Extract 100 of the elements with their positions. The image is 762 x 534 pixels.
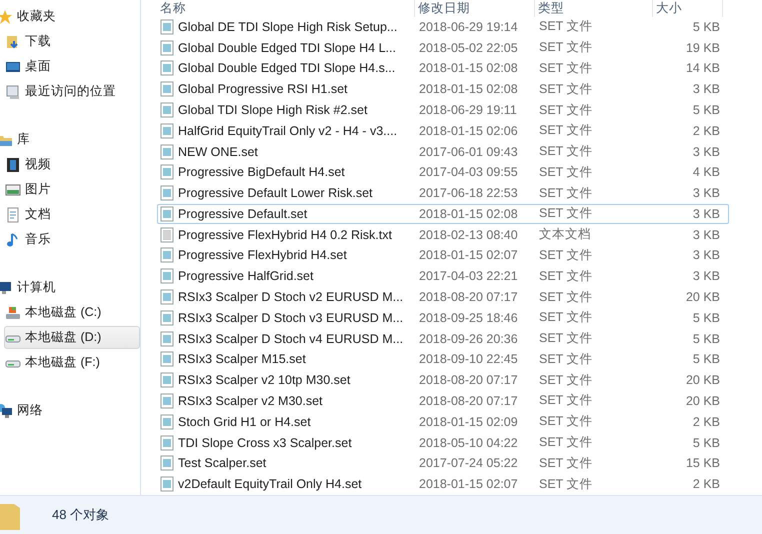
file-name: Global Double Edged TDI Slope H4.s... <box>178 61 396 76</box>
file-icon <box>160 455 174 472</box>
file-icon <box>160 476 174 492</box>
size-cell-text: 19 KB <box>684 40 721 55</box>
size-cell-text: 3 KB <box>692 186 721 200</box>
type-cell-text: SET 文件 <box>538 288 594 306</box>
file-row[interactable]: TDI Slope Cross x3 Scalper.set 2018-05-10 04:22 SET 文件 5 KB <box>157 432 729 452</box>
file-row[interactable]: RSIx3 Scalper v2 10tp M30.set 2018-08-20 07:17 SET 文件 20 KB <box>157 370 729 390</box>
date-cell-text: 2018-01-15 02:09 <box>418 414 519 429</box>
date-cell-text: 2017-07-24 05:22 <box>418 456 519 470</box>
file-icon <box>160 185 174 202</box>
type-cell-text: SET 文件 <box>538 309 594 326</box>
size-cell-text: 2 KB <box>692 124 721 138</box>
file-row[interactable]: RSIx3 Scalper D Stoch v2 EURUSD M... 2018-08-20 07:17 SET 文件 20 KB <box>157 287 729 307</box>
type-cell-text: SET 文件 <box>538 60 594 77</box>
date-cell-text: 2017-06-18 22:53 <box>418 186 519 200</box>
computer-icon <box>0 280 13 296</box>
date-cell-text: 2017-04-03 22:21 <box>418 269 519 284</box>
nav-item[interactable]: 视频 <box>4 153 140 176</box>
nav-item[interactable]: 文档 <box>4 203 140 226</box>
size-cell-text: 3 KB <box>692 228 721 242</box>
file-row[interactable]: v2Default EquityTrail Only H4.set 2018-01-15 02:07 SET 文件 2 KB <box>157 474 729 494</box>
star-icon <box>0 8 13 24</box>
size-cell-text: 5 KB <box>692 310 721 325</box>
file-icon <box>160 144 174 160</box>
file-row[interactable]: Test Scalper.set 2017-07-24 05:22 SET 文件 15 KB <box>157 453 729 474</box>
nav-item[interactable]: 库 <box>0 128 140 151</box>
nav-item[interactable]: 最近访问的位置 <box>4 80 140 103</box>
file-row[interactable]: Global DE TDI Slope High Risk Setup... 2018-06-29 19:14 SET 文件 5 KB <box>157 17 729 37</box>
file-icon <box>160 206 174 222</box>
file-icon <box>160 102 174 118</box>
file-icon <box>160 81 174 98</box>
type-cell-text: SET 文件 <box>538 122 594 140</box>
nav-item[interactable]: 下载 <box>4 30 140 53</box>
column-header[interactable]: 修改日期 <box>415 0 535 17</box>
nav-item[interactable]: 音乐 <box>4 228 140 251</box>
size-cell-text: 3 KB <box>692 206 721 221</box>
nav-item[interactable]: 计算机 <box>0 276 140 299</box>
type-cell-text: SET 文件 <box>538 80 594 98</box>
file-name: TDI Slope Cross x3 Scalper.set <box>178 436 352 450</box>
nav-item[interactable]: 图片 <box>4 178 140 201</box>
date-cell-text: 2018-09-25 18:46 <box>418 310 519 325</box>
file-row[interactable]: Stoch Grid H1 or H4.set 2018-01-15 02:09 SET 文件 2 KB <box>157 412 729 432</box>
file-name: Stoch Grid H1 or H4.set <box>178 414 311 429</box>
type-cell-text: SET 文件 <box>538 143 594 160</box>
file-icon <box>160 434 174 451</box>
file-row[interactable]: Progressive HalfGrid.set 2017-04-03 22:21 SET 文件 3 KB <box>157 266 729 286</box>
nav-item[interactable]: 桌面 <box>4 55 140 78</box>
date-cell-text: 2018-01-15 02:08 <box>418 206 519 221</box>
file-row[interactable]: Global TDI Slope High Risk #2.set 2018-06-29 19:11 SET 文件 5 KB <box>157 100 729 120</box>
size-cell-text: 2 KB <box>692 414 721 429</box>
date-cell-text: 2018-09-26 20:36 <box>418 332 519 346</box>
file-icon <box>160 18 174 35</box>
nav-item[interactable]: 本地磁盘 (C:) <box>4 301 140 324</box>
file-row[interactable]: Global Double Edged TDI Slope H4 L... 2018-05-02 22:05 SET 文件 19 KB <box>157 38 729 58</box>
file-row[interactable]: RSIx3 Scalper D Stoch v4 EURUSD M... 2018-09-26 20:36 SET 文件 5 KB <box>157 328 729 348</box>
nav-item[interactable]: 收藏夹 <box>0 5 140 28</box>
file-name: RSIx3 Scalper v2 M30.set <box>178 394 323 408</box>
column-header[interactable]: 类型 <box>535 0 653 17</box>
file-row[interactable]: RSIx3 Scalper M15.set 2018-09-10 22:45 SET 文件 5 KB <box>157 350 729 370</box>
column-header[interactable]: 名称 <box>157 0 415 17</box>
type-cell-text: SET 文件 <box>538 268 594 285</box>
file-row[interactable]: Progressive FlexHybrid H4 0.2 Risk.txt 2018-02-13 08:40 文本文档 3 KB <box>157 224 729 245</box>
file-row[interactable]: Progressive BigDefault H4.set 2017-04-03 09:55 SET 文件 4 KB <box>157 162 729 182</box>
type-cell-text: SET 文件 <box>538 350 594 368</box>
file-name: Global TDI Slope High Risk #2.set <box>178 103 368 118</box>
file-row[interactable]: Progressive Default Lower Risk.set 2017-06-18 22:53 SET 文件 3 KB <box>157 183 729 204</box>
file-name: Test Scalper.set <box>178 456 266 470</box>
file-row[interactable]: RSIx3 Scalper D Stoch v3 EURUSD M... 2018-09-25 18:46 SET 文件 5 KB <box>157 308 729 328</box>
type-cell-text: SET 文件 <box>538 205 594 222</box>
date-cell-text: 2018-05-02 22:05 <box>418 40 519 55</box>
file-name: Progressive HalfGrid.set <box>178 269 314 284</box>
file-row[interactable]: HalfGrid EquityTrail Only v2 - H4 - v3.... 2018-01-15 02:06 SET 文件 2 KB <box>157 120 729 141</box>
file-row[interactable]: Progressive FlexHybrid H4.set 2018-01-15 02:07 SET 文件 3 KB <box>157 246 729 266</box>
file-row[interactable]: Global Double Edged TDI Slope H4.s... 2018-01-15 02:08 SET 文件 14 KB <box>157 58 729 78</box>
type-cell-text: SET 文件 <box>538 184 594 202</box>
file-name: RSIx3 Scalper v2 10tp M30.set <box>178 373 350 388</box>
file-icon <box>160 392 174 409</box>
file-name: Progressive Default.set <box>178 206 308 221</box>
type-cell-text: SET 文件 <box>538 246 594 264</box>
nav-item[interactable]: 网络 <box>0 399 140 422</box>
size-cell-text: 14 KB <box>684 61 721 76</box>
date-cell-text: 2018-01-15 02:07 <box>418 248 519 262</box>
size-cell-text: 5 KB <box>692 20 721 34</box>
column-header[interactable]: 大小 <box>653 0 723 17</box>
nav-item[interactable]: 本地磁盘 (F:) <box>4 351 140 374</box>
date-cell-text: 2018-02-13 08:40 <box>418 228 519 242</box>
file-icon <box>160 247 174 264</box>
file-row[interactable]: Global Progressive RSI H1.set 2018-01-15 02:08 SET 文件 3 KB <box>157 79 729 100</box>
file-icon <box>160 60 174 76</box>
file-row[interactable]: RSIx3 Scalper v2 M30.set 2018-08-20 07:17 SET 文件 20 KB <box>157 391 729 411</box>
file-icon <box>160 122 174 139</box>
size-cell-text: 5 KB <box>692 332 721 346</box>
file-row[interactable]: Progressive Default.set 2018-01-15 02:08 SET 文件 3 KB <box>157 204 729 224</box>
size-cell-text: 5 KB <box>692 436 721 450</box>
file-row[interactable]: NEW ONE.set 2017-06-01 09:43 SET 文件 3 KB <box>157 142 729 162</box>
nav-item[interactable]: 本地磁盘 (D:) <box>4 326 140 349</box>
file-name: Progressive Default Lower Risk.set <box>178 186 373 200</box>
size-cell-text: 3 KB <box>692 82 721 96</box>
size-cell-text: 2 KB <box>692 477 721 492</box>
